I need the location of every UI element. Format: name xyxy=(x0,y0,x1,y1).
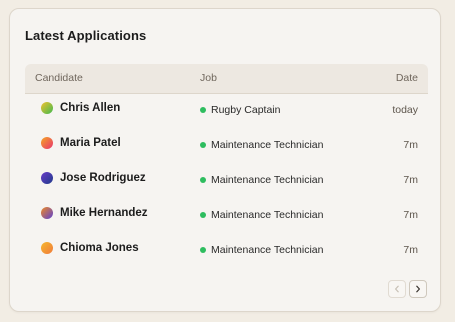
candidate-name[interactable]: Maria Patel xyxy=(60,137,121,149)
table-row[interactable]: Jose Rodriguez Maintenance Technician 7m xyxy=(25,164,428,199)
latest-applications-card: Latest Applications Candidate Job Date C… xyxy=(9,8,441,312)
candidate-name[interactable]: Mike Hernandez xyxy=(60,207,148,219)
status-dot-icon xyxy=(200,142,206,148)
date-cell: 7m xyxy=(403,244,418,256)
prev-page-button[interactable] xyxy=(388,280,406,298)
avatar xyxy=(41,172,53,184)
table-row[interactable]: Mike Hernandez Maintenance Technician 7m xyxy=(25,199,428,234)
table-header: Candidate Job Date xyxy=(25,64,428,94)
pagination xyxy=(388,280,427,298)
candidate-cell: Chris Allen xyxy=(41,102,120,114)
candidate-cell: Mike Hernandez xyxy=(41,207,148,219)
status-dot-icon xyxy=(200,247,206,253)
date-cell: 7m xyxy=(403,139,418,151)
table-row[interactable]: Maria Patel Maintenance Technician 7m xyxy=(25,129,428,164)
candidate-name[interactable]: Jose Rodriguez xyxy=(60,172,146,184)
date-cell: 7m xyxy=(403,209,418,221)
chevron-left-icon xyxy=(395,285,399,293)
date-cell: today xyxy=(392,104,418,116)
job-title: Maintenance Technician xyxy=(211,174,324,186)
column-header-job: Job xyxy=(200,72,217,84)
status-dot-icon xyxy=(200,177,206,183)
job-title: Maintenance Technician xyxy=(211,209,324,221)
candidate-cell: Maria Patel xyxy=(41,137,121,149)
avatar xyxy=(41,137,53,149)
column-header-candidate: Candidate xyxy=(35,72,83,84)
candidate-cell: Chioma Jones xyxy=(41,242,139,254)
job-cell: Maintenance Technician xyxy=(200,209,323,221)
candidate-name[interactable]: Chris Allen xyxy=(60,102,120,114)
job-title: Maintenance Technician xyxy=(211,244,324,256)
candidate-name[interactable]: Chioma Jones xyxy=(60,242,139,254)
date-cell: 7m xyxy=(403,174,418,186)
avatar xyxy=(41,242,53,254)
status-dot-icon xyxy=(200,212,206,218)
job-cell: Maintenance Technician xyxy=(200,244,323,256)
applications-table: Candidate Job Date Chris Allen Rugby Cap… xyxy=(25,64,428,269)
job-cell: Maintenance Technician xyxy=(200,174,323,186)
status-dot-icon xyxy=(200,107,206,113)
job-title: Rugby Captain xyxy=(211,104,281,116)
table-row[interactable]: Chris Allen Rugby Captain today xyxy=(25,94,428,129)
job-cell: Rugby Captain xyxy=(200,104,280,116)
job-cell: Maintenance Technician xyxy=(200,139,323,151)
candidate-cell: Jose Rodriguez xyxy=(41,172,146,184)
chevron-right-icon xyxy=(416,285,420,293)
card-title: Latest Applications xyxy=(25,28,147,43)
table-body: Chris Allen Rugby Captain today Maria Pa… xyxy=(25,94,428,269)
next-page-button[interactable] xyxy=(409,280,427,298)
table-row[interactable]: Chioma Jones Maintenance Technician 7m xyxy=(25,234,428,269)
job-title: Maintenance Technician xyxy=(211,139,324,151)
avatar xyxy=(41,102,53,114)
avatar xyxy=(41,207,53,219)
column-header-date: Date xyxy=(395,72,418,84)
